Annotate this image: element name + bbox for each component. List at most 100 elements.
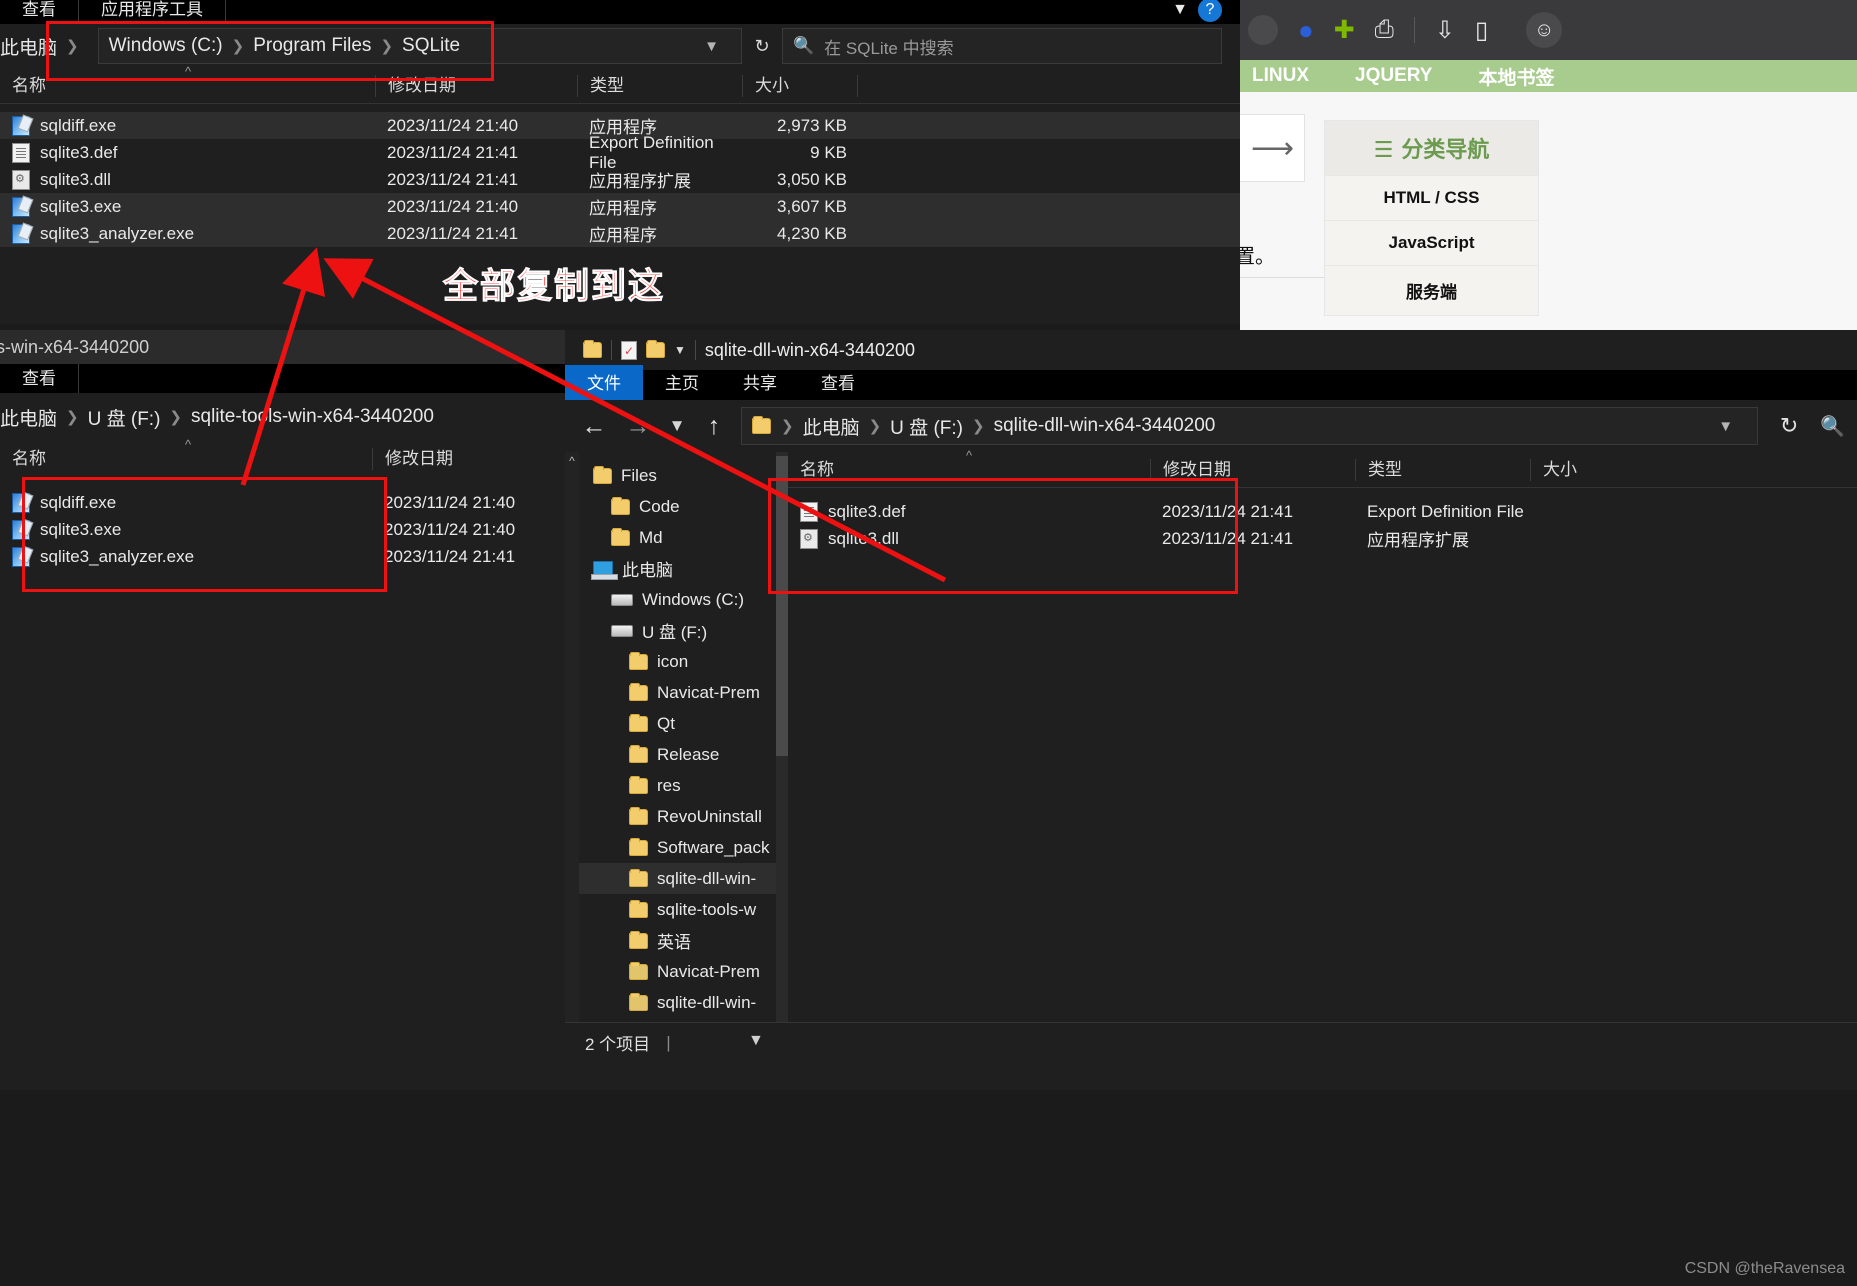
file-name-cell: sqlite3.dll (788, 528, 1150, 549)
refresh-icon[interactable]: ↻ (742, 28, 782, 64)
breadcrumb-usb[interactable]: U 盘 (F:) (890, 413, 963, 440)
tab-file[interactable]: 文件 (565, 365, 643, 400)
table-row[interactable]: sqlite3.exe 2023/11/24 21:40 应用程序 3,607 KB (0, 193, 1240, 220)
profile-icon[interactable] (1248, 15, 1278, 45)
nav-pane-scrollbar-thumb[interactable] (776, 456, 788, 756)
nav-tree-item[interactable]: sqlite-tools-w (579, 1018, 776, 1022)
menu-item-app-tools[interactable]: 应用程序工具 (79, 0, 225, 24)
arrow-right-icon[interactable]: ⟶ (1251, 131, 1294, 166)
column-header-size[interactable]: 大小 (1530, 458, 1610, 481)
forward-arrow-icon[interactable]: → (623, 412, 653, 441)
refresh-icon[interactable]: ↻ (1772, 413, 1806, 439)
sidebar-icon[interactable]: ▯ (1475, 16, 1488, 45)
nav-tree-item[interactable]: sqlite-dll-win- (579, 863, 776, 894)
file-name-cell: sqlite3.exe (0, 196, 375, 217)
table-row[interactable]: sqlite3.dll 2023/11/24 21:41 应用程序扩展 (788, 525, 1857, 552)
nav-tree-item[interactable]: U 盘 (F:) (579, 615, 776, 646)
table-row[interactable]: sqlite3.exe 2023/11/24 21:40 (0, 516, 570, 543)
category-nav-panel: ☰ 分类导航 HTML / CSS JavaScript 服务端 (1324, 120, 1539, 316)
bookmark-linux[interactable]: LINUX (1252, 65, 1309, 87)
address-bar[interactable]: ❯ 此电脑 ❯ U 盘 (F:) ❯ sqlite-dll-win-x64-34… (741, 407, 1759, 445)
file-date: 2023/11/24 21:41 (387, 142, 519, 162)
properties-icon[interactable]: ✓ (621, 340, 637, 360)
extensions-icon[interactable]: ⎙ (1375, 16, 1394, 44)
new-folder-icon[interactable] (646, 340, 665, 358)
column-header-date[interactable]: 修改日期 (372, 448, 552, 470)
breadcrumb-this-pc[interactable]: 此电脑 (0, 33, 57, 60)
nav-pane-scroll-up-icon[interactable]: ^ (565, 452, 579, 1022)
recent-locations-icon[interactable]: ▼ (667, 416, 687, 436)
column-header-type[interactable]: 类型 (577, 74, 742, 97)
column-header-extra[interactable] (857, 74, 917, 97)
table-row[interactable]: sqlite3.dll 2023/11/24 21:41 应用程序扩展 3,050 K… (0, 166, 1240, 193)
nav-tree-item[interactable]: sqlite-dll-win- (579, 987, 776, 1018)
chevron-down-icon[interactable]: ▼ (692, 38, 731, 55)
nav-tree-item[interactable]: Navicat-Prem (579, 677, 776, 708)
nav-tree-item[interactable]: Files (579, 460, 776, 491)
breadcrumb-this-pc[interactable]: 此电脑 (0, 404, 57, 431)
nav-tree-item[interactable]: sqlite-tools-w (579, 894, 776, 925)
nav-tree-item[interactable]: Software_pack (579, 832, 776, 863)
nav-tree-item[interactable]: Windows (C:) (579, 584, 776, 615)
water-drop-icon[interactable]: ● (1298, 15, 1314, 46)
nav-tree-item[interactable]: 此电脑 (579, 553, 776, 584)
file-name-cell: sqlite3.exe (0, 519, 372, 540)
column-header-date[interactable]: 修改日期 (1150, 458, 1355, 481)
search-input[interactable]: 🔍 在 SQLite 中搜索 (782, 28, 1222, 64)
tab-view[interactable]: 查看 (799, 365, 877, 400)
breadcrumb-program-files[interactable]: Program Files (253, 35, 371, 57)
chevron-down-icon[interactable]: ▼ (674, 343, 686, 357)
table-row[interactable]: sqlite3.def 2023/11/24 21:41 Export Defini… (0, 133, 1240, 172)
table-row[interactable]: sqlite3.def 2023/11/24 21:41 Export Defini… (788, 498, 1857, 525)
column-header-date[interactable]: 修改日期 (375, 74, 577, 97)
back-arrow-icon[interactable]: ← (579, 412, 609, 441)
nav-tree-item[interactable]: Navicat-Prem (579, 956, 776, 987)
column-header-size[interactable]: 大小 (742, 74, 857, 97)
column-header-name[interactable]: 名称 ^ (788, 448, 1150, 481)
dll-window-title: sqlite-dll-win-x64-3440200 (704, 339, 916, 360)
nav-tree-item[interactable]: Code (579, 491, 776, 522)
up-arrow-icon[interactable]: ↑ (701, 412, 727, 441)
nav-tree-item[interactable]: RevoUninstall (579, 801, 776, 832)
bookmark-jquery[interactable]: JQUERY (1355, 65, 1432, 87)
tab-share[interactable]: 共享 (721, 365, 799, 400)
column-header-name[interactable]: 名称 ^ (0, 437, 372, 470)
chevron-down-icon[interactable]: ▼ (1704, 418, 1747, 435)
nav-tree-item[interactable]: res (579, 770, 776, 801)
breadcrumb-windows-c[interactable]: Windows (C:) (109, 35, 223, 57)
nav-tree-item[interactable]: Release (579, 739, 776, 770)
address-bar[interactable]: Windows (C:) ❯ Program Files ❯ SQLite ▼ (97, 28, 742, 64)
column-header-name[interactable]: 名称 ^ (0, 64, 375, 97)
table-row[interactable]: sqldiff.exe 2023/11/24 21:40 (0, 489, 570, 516)
add-extension-icon[interactable]: ✚ (1334, 15, 1355, 45)
table-row[interactable]: sqlite3_analyzer.exe 2023/11/24 21:41 (0, 543, 570, 570)
nav-tree-item[interactable]: Md (579, 522, 776, 553)
column-header-type[interactable]: 类型 (1355, 458, 1530, 481)
category-nav-item-server[interactable]: 服务端 (1325, 265, 1538, 315)
nav-tree-item[interactable]: Qt (579, 708, 776, 739)
nav-pane-scrollbar[interactable] (776, 452, 788, 1022)
search-icon[interactable]: 🔍 (1820, 414, 1845, 439)
breadcrumb-sqlite[interactable]: SQLite (402, 35, 460, 57)
download-icon[interactable]: ⇩ (1435, 16, 1455, 45)
breadcrumb-this-pc[interactable]: 此电脑 (803, 413, 860, 440)
breadcrumb-folder[interactable]: sqlite-dll-win-x64-3440200 (994, 415, 1216, 437)
nav-tree-item[interactable]: icon (579, 646, 776, 677)
tab-home[interactable]: 主页 (643, 365, 721, 400)
bookmark-local[interactable]: 本地书签 (1478, 63, 1554, 90)
category-nav-item-html-css[interactable]: HTML / CSS (1325, 175, 1538, 220)
table-row[interactable]: sqlite3_analyzer.exe 2023/11/24 21:41 应用程序… (0, 220, 1240, 247)
breadcrumb-folder[interactable]: sqlite-tools-win-x64-3440200 (191, 406, 434, 428)
file-name: sqlite3.def (40, 142, 118, 162)
category-nav-item-javascript[interactable]: JavaScript (1325, 220, 1538, 265)
file-date: 2023/11/24 21:40 (387, 115, 519, 135)
breadcrumb-usb[interactable]: U 盘 (F:) (88, 404, 161, 431)
menu-item-view[interactable]: 查看 (0, 0, 78, 24)
folder-icon[interactable] (583, 340, 602, 358)
menu-item-view[interactable]: 查看 (0, 364, 78, 393)
help-icon[interactable]: ? (1198, 0, 1222, 22)
nav-tree-scroll-down-icon[interactable]: ▼ (748, 1032, 764, 1050)
ribbon-collapse-icon[interactable]: ▼ (1162, 0, 1198, 24)
nav-tree-item[interactable]: 英语 (579, 925, 776, 956)
incognito-icon[interactable]: ☺ (1526, 12, 1563, 48)
